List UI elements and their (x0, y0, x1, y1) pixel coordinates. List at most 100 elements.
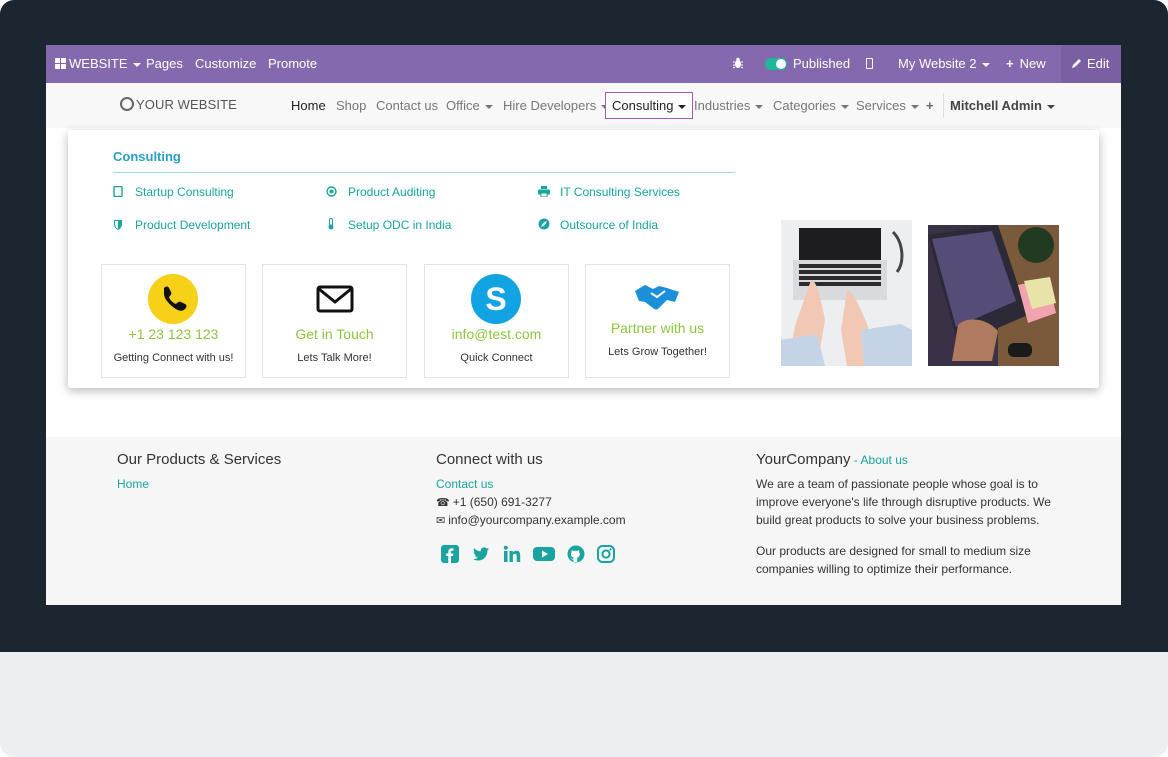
chevron-down-icon (981, 62, 990, 67)
published-label: Published (793, 56, 851, 71)
tablet-icon (113, 185, 123, 198)
customize-menu[interactable]: Customize (195, 45, 256, 83)
link-product-development[interactable]: Product Development (113, 218, 250, 232)
nav-office[interactable]: Office (446, 83, 493, 128)
card-email-subtitle: Quick Connect (460, 352, 533, 364)
card-partner-subtitle: Lets Grow Together! (608, 346, 707, 358)
handshake-icon (635, 285, 679, 310)
card-phone[interactable]: +1 23 123 123 Getting Connect with us! (101, 264, 246, 378)
svg-text:S: S (485, 281, 506, 317)
envelope-icon (316, 285, 354, 313)
phone-icon: ☎ (436, 497, 450, 509)
chevron-down-icon (910, 104, 919, 109)
link-label: Product Auditing (348, 185, 436, 199)
link-label: Product Development (135, 218, 251, 232)
card-get-in-touch[interactable]: Get in Touch Lets Talk More! (262, 264, 407, 378)
logo-text: YOUR WEBSITE (136, 97, 237, 112)
card-email[interactable]: S info@test.com Quick Connect (424, 264, 569, 378)
edit-label: Edit (1087, 56, 1110, 71)
site-logo[interactable]: YOUR WEBSITE (120, 97, 237, 112)
mobile-preview-button[interactable] (866, 45, 873, 83)
link-setup-odc-india[interactable]: Setup ODC in India (326, 218, 451, 232)
globe-icon (120, 97, 134, 111)
nav-services[interactable]: Services (856, 83, 919, 128)
youtube-icon[interactable] (533, 545, 555, 563)
link-outsource-india[interactable]: Outsource of India (538, 218, 658, 232)
navbar-divider (943, 93, 944, 118)
nav-services-label: Services (856, 98, 906, 113)
apps-grid-icon (55, 58, 66, 69)
card-phone-subtitle: Getting Connect with us! (113, 352, 234, 364)
website-switcher[interactable]: My Website 2 (898, 45, 990, 83)
mobile-icon (866, 58, 873, 69)
add-menu-plus-icon[interactable]: + (926, 83, 934, 128)
link-label: Startup Consulting (135, 185, 234, 199)
nav-industries[interactable]: Industries (694, 83, 764, 128)
footer-contact-link[interactable]: Contact us (436, 477, 493, 491)
edit-button[interactable]: Edit (1061, 45, 1121, 83)
footer-home-link[interactable]: Home (117, 477, 149, 491)
footer-email: ✉ info@yourcompany.example.com (436, 513, 626, 527)
link-product-auditing[interactable]: Product Auditing (326, 185, 435, 199)
nav-hire-developers[interactable]: Hire Developers (503, 83, 610, 128)
link-startup-consulting[interactable]: Startup Consulting (113, 185, 234, 199)
footer-company-separator: - (850, 453, 861, 467)
link-it-consulting-services[interactable]: IT Consulting Services (538, 185, 680, 199)
chevron-down-icon (840, 104, 849, 109)
phone-icon (148, 274, 198, 324)
footer-about-link[interactable]: About us (861, 453, 908, 467)
plus-icon: + (1006, 56, 1014, 71)
promote-menu[interactable]: Promote (268, 45, 317, 83)
link-label: Outsource of India (560, 218, 659, 232)
user-menu[interactable]: Mitchell Admin (950, 83, 1055, 128)
mega-menu-heading: Consulting (113, 149, 181, 164)
debug-bug-icon[interactable] (732, 45, 744, 83)
footer-email-text: info@yourcompany.example.com (448, 513, 626, 527)
pencil-icon (1072, 59, 1081, 68)
card-phone-title: +1 23 123 123 (128, 326, 219, 342)
chevron-down-icon (678, 104, 687, 109)
chevron-down-icon (755, 104, 764, 109)
admin-bar: WEBSITE Pages Customize Promote Publishe… (46, 45, 1121, 83)
facebook-icon[interactable] (441, 545, 459, 563)
instagram-icon[interactable] (597, 545, 615, 563)
consulting-mega-menu: Consulting Startup Consulting Product Au… (68, 130, 1099, 388)
website-screen: WEBSITE Pages Customize Promote Publishe… (46, 45, 1121, 605)
nav-categories-label: Categories (773, 98, 836, 113)
laptop-desk-photo (928, 225, 1059, 366)
footer-phone: ☎ +1 (650) 691-3277 (436, 495, 552, 509)
nav-categories[interactable]: Categories (773, 83, 849, 128)
card-partner[interactable]: Partner with us Lets Grow Together! (585, 264, 730, 378)
linkedin-icon[interactable] (503, 545, 521, 563)
print-icon (538, 186, 550, 198)
card-partner-title: Partner with us (610, 320, 705, 336)
thermometer-icon (326, 218, 336, 230)
site-footer: Our Products & Services Home Connect wit… (46, 437, 1121, 605)
user-name: Mitchell Admin (950, 98, 1042, 113)
nav-home[interactable]: Home (291, 83, 326, 128)
new-label: New (1019, 56, 1046, 71)
nav-hire-developers-label: Hire Developers (503, 98, 597, 113)
pages-menu[interactable]: Pages (146, 45, 183, 83)
compass-icon (538, 218, 550, 230)
website-menu-label: WEBSITE (69, 56, 128, 71)
new-button[interactable]: + New (1006, 45, 1046, 83)
card-touch-title: Get in Touch (295, 326, 374, 342)
card-touch-subtitle: Lets Talk More! (297, 352, 372, 364)
main-navbar: YOUR WEBSITE Home Shop Contact us Office… (46, 83, 1121, 128)
published-toggle[interactable]: Published (765, 45, 850, 83)
github-icon[interactable] (567, 545, 585, 563)
nav-consulting[interactable]: Consulting (605, 92, 694, 119)
nav-shop[interactable]: Shop (336, 83, 366, 128)
laptop-typing-photo (781, 220, 912, 366)
chevron-down-icon (132, 62, 141, 67)
nav-industries-label: Industries (694, 98, 751, 113)
nav-contact-us[interactable]: Contact us (376, 83, 438, 128)
website-switcher-label: My Website 2 (898, 56, 977, 71)
twitter-icon[interactable] (472, 545, 490, 563)
footer-phone-text: +1 (650) 691-3277 (452, 495, 552, 509)
footer-about-paragraph-1: We are a team of passionate people whose… (756, 477, 1051, 527)
dot-circle-icon (326, 186, 337, 197)
website-menu[interactable]: WEBSITE (55, 45, 141, 83)
monitor-stand (0, 652, 1168, 757)
